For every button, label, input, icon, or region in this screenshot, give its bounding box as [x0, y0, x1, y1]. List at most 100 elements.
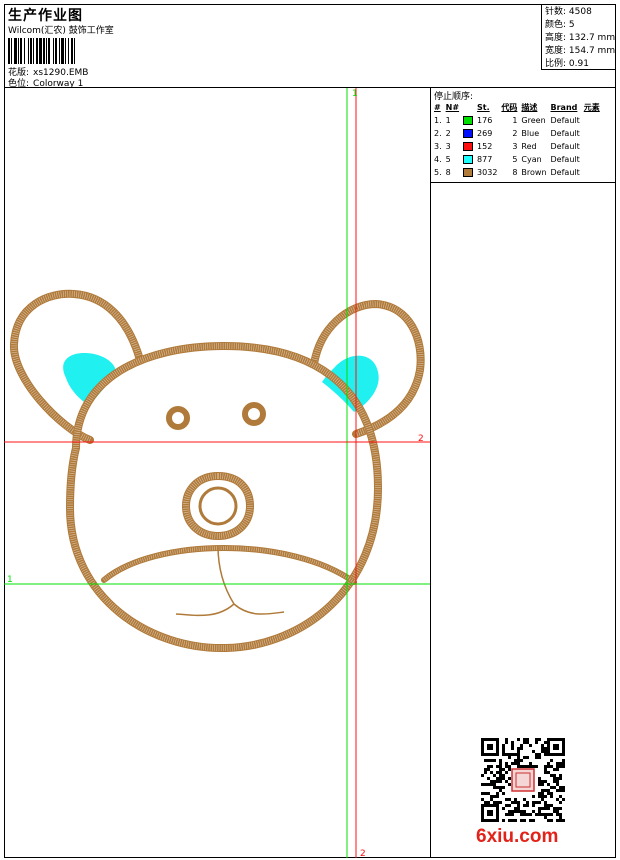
qr-module [538, 738, 541, 741]
cell-swatch [461, 127, 475, 140]
qr-module [511, 753, 514, 756]
qr-module [502, 819, 505, 822]
qr-module [538, 807, 541, 810]
cell-description: Red [521, 142, 537, 151]
qr-module [544, 816, 547, 819]
qr-module [517, 765, 520, 768]
qr-module [502, 792, 505, 795]
cell-swatch [461, 166, 475, 179]
qr-module [550, 765, 553, 768]
col-element: 元素 [583, 103, 600, 112]
qr-module [544, 789, 547, 792]
barcode-bar [20, 38, 22, 64]
qr-module [481, 798, 484, 801]
qr-module [484, 759, 487, 762]
qr-module [514, 798, 517, 801]
qr-module [490, 765, 493, 768]
qr-module [538, 777, 541, 780]
qr-module [556, 783, 559, 786]
qr-module [532, 819, 535, 822]
qr-module [514, 759, 517, 762]
qr-module [493, 759, 496, 762]
barcode-bar [71, 38, 73, 64]
qr-module [511, 813, 514, 816]
qr-module [556, 810, 559, 813]
col-brand: Brand [550, 103, 578, 112]
qr-module [502, 777, 505, 780]
guide-label-v2: 2 [360, 849, 366, 858]
qr-module [517, 759, 520, 762]
qr-module [556, 819, 559, 822]
qr-module [526, 738, 529, 741]
qr-module [541, 807, 544, 810]
qr-module [547, 807, 550, 810]
qr-module [529, 813, 532, 816]
qr-module [499, 774, 502, 777]
qr-module [523, 813, 526, 816]
qr-finder-core [487, 810, 493, 816]
qr-module [523, 810, 526, 813]
qr-module [523, 741, 526, 744]
qr-module [514, 753, 517, 756]
qr-module [547, 762, 550, 765]
qr-module [508, 819, 511, 822]
table-row: 1. 1 176 1 Green Default [432, 114, 602, 127]
qr-module [544, 795, 547, 798]
stat-scale: 比例: 0.91 [545, 58, 616, 71]
qr-module [508, 765, 511, 768]
left-eye [166, 406, 190, 430]
qr-module [541, 813, 544, 816]
qr-module [556, 777, 559, 780]
qr-module [508, 783, 511, 786]
stat-label: 颜色: [545, 20, 567, 30]
barcode-bar [43, 38, 45, 64]
qr-module [556, 780, 559, 783]
qr-module [523, 765, 526, 768]
qr-module [505, 813, 508, 816]
qr-module [562, 762, 565, 765]
qr-module [547, 813, 550, 816]
barcode-bar [39, 38, 42, 64]
table-row: 2. 2 269 2 Blue Default [432, 127, 602, 140]
qr-module [514, 762, 517, 765]
site-watermark: 6xiu.com [476, 826, 559, 847]
panel-divider [430, 183, 431, 858]
qr-module [532, 750, 535, 753]
qr-module [559, 795, 562, 798]
qr-module [502, 774, 505, 777]
cell-needle: 8 [445, 168, 451, 177]
qr-module [496, 777, 499, 780]
qr-module [505, 780, 508, 783]
qr-module [544, 771, 547, 774]
qr-logo-seal [511, 768, 535, 792]
qr-module [517, 756, 520, 759]
qr-module [535, 738, 538, 741]
qr-module [544, 768, 547, 771]
qr-module [517, 747, 520, 750]
color-swatch [463, 116, 474, 125]
qr-module [529, 819, 532, 822]
qr-module [532, 765, 535, 768]
stat-value: 0.91 [568, 59, 589, 69]
qr-module [556, 813, 559, 816]
right-inner-ear [322, 355, 379, 412]
qr-module [544, 753, 547, 756]
qr-module [481, 792, 484, 795]
qr-module [502, 768, 505, 771]
qr-module [502, 807, 505, 810]
qr-module [493, 795, 496, 798]
barcode-bar [33, 38, 34, 64]
qr-module [553, 768, 556, 771]
stat-label: 高度: [545, 33, 567, 43]
barcode-bar [28, 38, 29, 64]
qr-module [511, 801, 514, 804]
qr-module [511, 819, 514, 822]
barcode-bar [65, 38, 66, 64]
qr-module [505, 804, 508, 807]
qr-module [520, 810, 523, 813]
color-swatch [463, 142, 474, 151]
head-outline-stitch [66, 342, 382, 652]
cell-description: Green [521, 116, 546, 125]
col-swatch [461, 101, 475, 114]
qr-module [538, 756, 541, 759]
